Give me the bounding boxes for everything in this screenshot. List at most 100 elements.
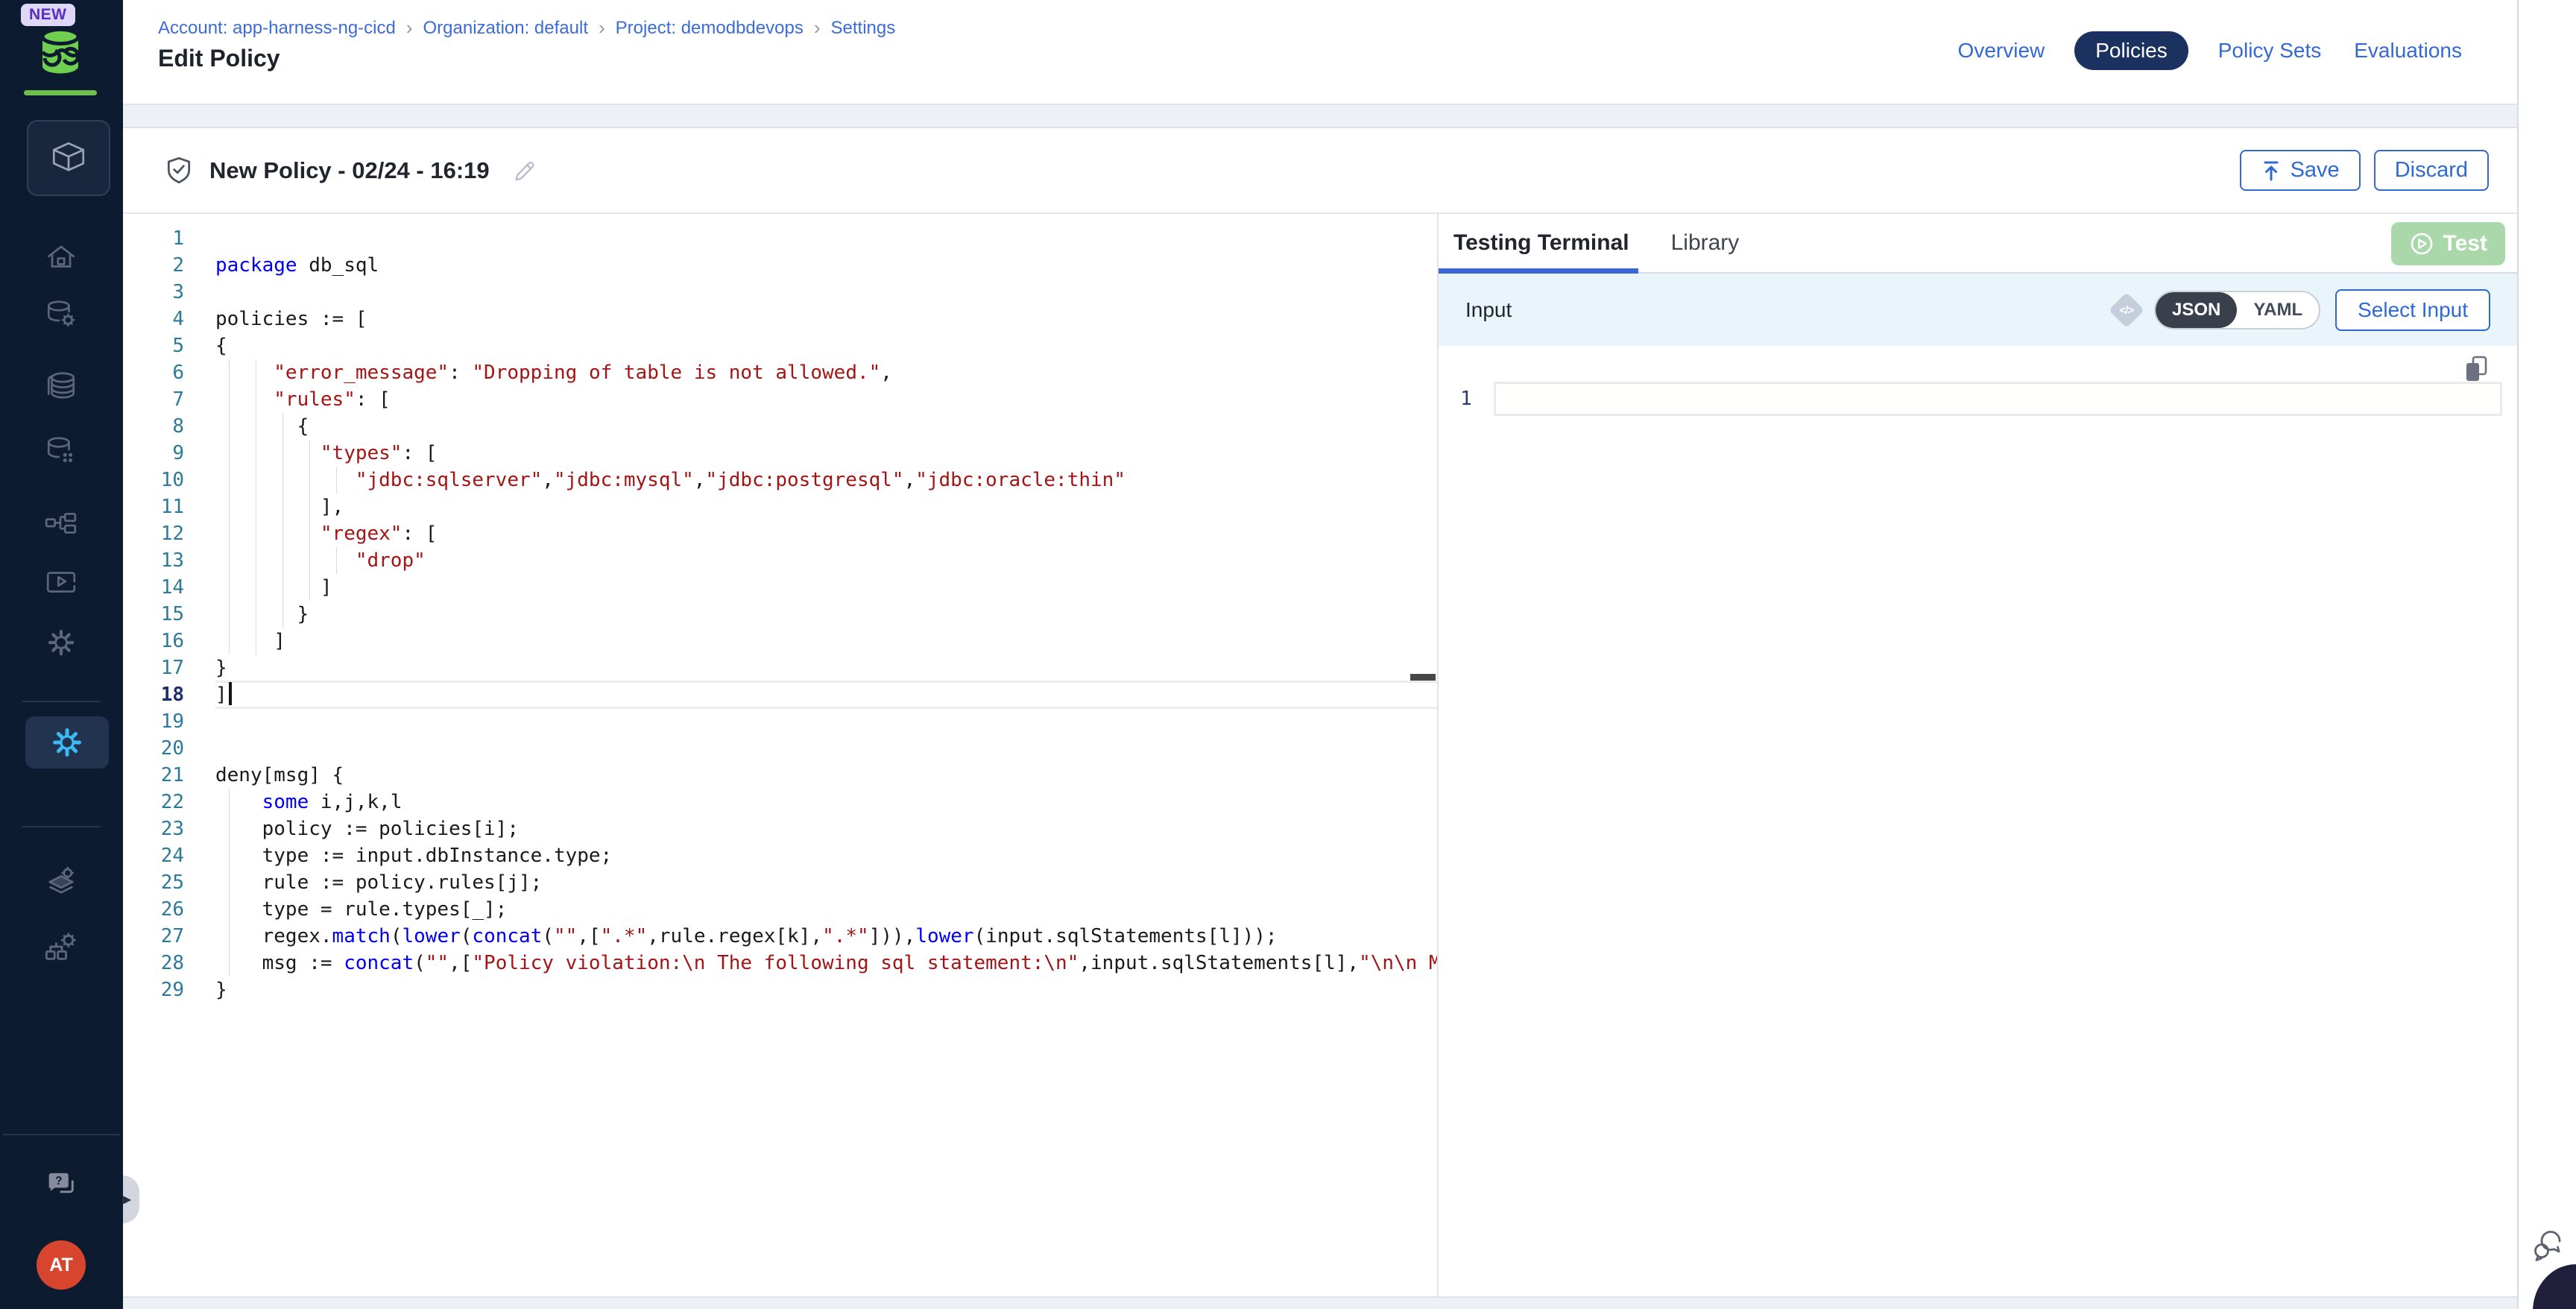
indent-guide — [229, 467, 230, 493]
breadcrumb-link[interactable]: Project: demodbdevops — [616, 18, 804, 39]
code-line: 27 regex.match(lower(concat("",[".*",rul… — [123, 923, 1437, 950]
save-label: Save — [2291, 158, 2340, 183]
code-line: 25 rule := policy.rules[j]; — [123, 869, 1437, 896]
db-devops-logo-icon[interactable] — [34, 25, 86, 78]
line-number: 6 — [123, 359, 184, 386]
indent-guide — [282, 574, 283, 601]
sidebar-item-db-schemas[interactable] — [40, 430, 82, 472]
breadcrumb-separator: › — [814, 16, 821, 40]
select-input-button[interactable]: Select Input — [2335, 289, 2490, 331]
test-button[interactable]: Test — [2391, 222, 2505, 265]
line-number: 28 — [123, 950, 184, 977]
indent-guide — [229, 923, 230, 950]
tab-library[interactable]: Library — [1671, 230, 1740, 256]
indent-guide — [229, 440, 230, 467]
chevron-right-icon: ▶ — [122, 1192, 131, 1207]
code-line: 12 "regex": [ — [123, 520, 1437, 547]
save-button[interactable]: Save — [2240, 150, 2361, 191]
code-line: 7 "rules": [ — [123, 386, 1437, 413]
indent-guide — [309, 467, 310, 493]
input-active-line[interactable] — [1494, 382, 2502, 416]
line-number: 24 — [123, 842, 184, 869]
sidebar-item-project-settings-active[interactable] — [25, 716, 109, 769]
code-lines: 12package db_sql34policies := [5{6 "erro… — [123, 225, 1437, 1003]
indent-guide — [282, 493, 283, 520]
code-line: 28 msg := concat("",["Policy violation:\… — [123, 950, 1437, 977]
indent-guide — [229, 386, 230, 413]
code-line: 19 — [123, 708, 1437, 735]
discard-button[interactable]: Discard — [2374, 150, 2489, 191]
edit-policy-card: New Policy - 02/24 - 16:19 Save Discard … — [123, 127, 2517, 1298]
toggle-json[interactable]: JSON — [2156, 292, 2237, 328]
indent-guide — [336, 467, 337, 493]
indent-guide — [282, 440, 283, 467]
edit-name-pencil-icon[interactable] — [511, 159, 534, 183]
code-line: 10 "jdbc:sqlserver","jdbc:mysql","jdbc:p… — [123, 467, 1437, 493]
indent-guide — [282, 601, 283, 628]
sidebar-item-settings-gear[interactable] — [40, 622, 82, 663]
new-badge: NEW — [21, 4, 75, 26]
line-number: 15 — [123, 601, 184, 628]
code-view-icon[interactable]: </> — [2109, 291, 2144, 327]
indent-guide — [309, 520, 310, 547]
code-line: 23 policy := policies[i]; — [123, 816, 1437, 842]
breadcrumb-link[interactable]: Settings — [831, 18, 896, 39]
line-number: 26 — [123, 896, 184, 923]
line-number: 3 — [123, 279, 184, 306]
upload-arrow-icon — [2261, 160, 2282, 182]
input-label: Input — [1465, 298, 1512, 322]
tab-policies[interactable]: Policies — [2074, 31, 2188, 70]
sidebar-item-default-settings[interactable] — [40, 860, 82, 902]
discard-label: Discard — [2395, 158, 2468, 183]
breadcrumb-link[interactable]: Account: app-harness-ng-cicd — [158, 18, 396, 39]
code-line: 11 ], — [123, 493, 1437, 520]
indent-guide — [282, 467, 283, 493]
user-avatar[interactable]: AT — [37, 1240, 86, 1290]
code-editor[interactable]: 12package db_sql34policies := [5{6 "erro… — [123, 214, 1439, 1296]
play-circle-icon — [2409, 231, 2434, 256]
line-number: 8 — [123, 413, 184, 440]
code-line: 9 "types": [ — [123, 440, 1437, 467]
indent-guide — [282, 413, 283, 440]
indent-guide — [229, 816, 230, 842]
indent-guide — [229, 574, 230, 601]
line-number: 4 — [123, 306, 184, 332]
tab-evaluations[interactable]: Evaluations — [2351, 31, 2465, 70]
indent-guide — [282, 547, 283, 574]
code-line: 2package db_sql — [123, 252, 1437, 279]
breadcrumb-link[interactable]: Organization: default — [423, 18, 588, 39]
policy-name: New Policy - 02/24 - 16:19 — [209, 157, 490, 184]
line-number: 5 — [123, 332, 184, 359]
sidebar-item-module-selector[interactable] — [27, 120, 110, 196]
tab-policy-sets[interactable]: Policy Sets — [2215, 31, 2325, 70]
page-title: Edit Policy — [158, 45, 280, 72]
code-line: 5{ — [123, 332, 1437, 359]
code-line: 3 — [123, 279, 1437, 306]
indent-guide — [229, 869, 230, 896]
sidebar-item-home[interactable] — [40, 236, 82, 278]
line-number: 10 — [123, 467, 184, 493]
line-number: 22 — [123, 789, 184, 816]
sidebar-item-executions[interactable] — [40, 561, 82, 603]
test-input-editor[interactable]: 1 — [1439, 346, 2517, 1296]
json-yaml-toggle: JSON YAML — [2154, 291, 2320, 329]
tab-testing-terminal[interactable]: Testing Terminal — [1453, 230, 1629, 256]
toggle-yaml[interactable]: YAML — [2237, 292, 2319, 328]
sidebar-item-db-instances[interactable] — [40, 294, 82, 335]
active-tab-underline — [1439, 268, 1638, 274]
sidebar-item-databases[interactable] — [40, 365, 82, 407]
code-line: 21deny[msg] { — [123, 762, 1437, 789]
indent-guide — [229, 896, 230, 923]
line-number: 1 — [123, 225, 184, 252]
help-chat-icon[interactable]: ? — [40, 1164, 82, 1205]
sidebar-item-org-settings[interactable] — [40, 927, 82, 968]
sidebar-item-pipelines[interactable] — [40, 505, 82, 546]
support-chat-icon[interactable] — [2531, 1226, 2566, 1264]
indent-guide — [229, 628, 230, 654]
copy-icon[interactable] — [2463, 355, 2489, 383]
tab-overview[interactable]: Overview — [1955, 31, 2048, 70]
code-line: 6 "error_message": "Dropping of table is… — [123, 359, 1437, 386]
code-line: 18] — [123, 681, 1437, 708]
resource-center-blob[interactable] — [2533, 1264, 2576, 1309]
indent-guide — [282, 520, 283, 547]
